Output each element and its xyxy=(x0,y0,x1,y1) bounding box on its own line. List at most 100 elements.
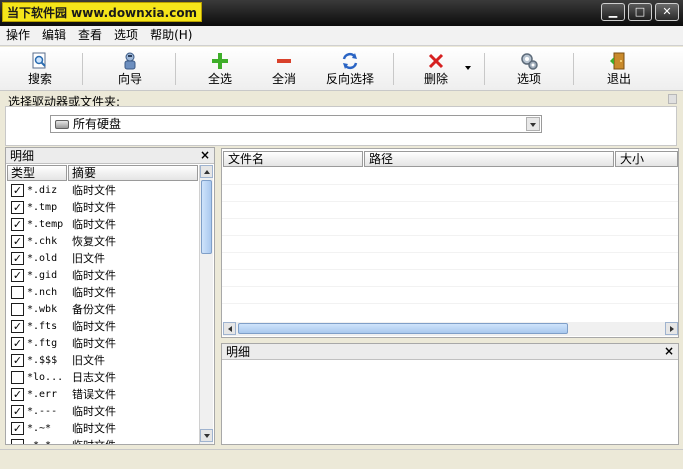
table-row[interactable]: ✓ *.ftg 临时文件 xyxy=(6,335,199,352)
scroll-left-button[interactable] xyxy=(223,322,236,335)
column-type[interactable]: 类型 xyxy=(7,165,67,181)
chevron-down-icon[interactable] xyxy=(526,117,540,131)
table-row[interactable]: ✓ *.old 旧文件 xyxy=(6,250,199,267)
table-row[interactable]: ✓ *.fts 临时文件 xyxy=(6,318,199,335)
row-checkbox[interactable]: ✓ xyxy=(11,218,24,231)
row-checkbox[interactable]: ✓ xyxy=(11,405,24,418)
menu-options[interactable]: 选项 xyxy=(108,26,144,45)
close-icon[interactable]: × xyxy=(664,344,674,359)
menu-help[interactable]: 帮助(H) xyxy=(144,26,198,45)
file-list-body[interactable] xyxy=(222,168,678,318)
scroll-up-button[interactable] xyxy=(200,165,213,178)
toolbar-separator xyxy=(484,53,485,85)
row-checkbox[interactable]: ✓ xyxy=(11,388,24,401)
table-row[interactable]: ✓ *.--- 临时文件 xyxy=(6,403,199,420)
row-checkbox[interactable]: ✓ xyxy=(11,184,24,197)
rules-list: ✓ *.diz 临时文件 ✓ *.tmp 临时文件 ✓ *.temp 临时文件 ✓ *.chk 恢复文… xyxy=(6,182,199,444)
row-checkbox[interactable]: ✓ xyxy=(11,337,24,350)
exit-label: 退出 xyxy=(606,72,631,86)
column-summary[interactable]: 摘要 xyxy=(68,165,198,181)
drive-select[interactable]: 所有硬盘 xyxy=(50,115,542,133)
menu-operate[interactable]: 操作 xyxy=(0,26,36,45)
select-all-button[interactable]: 全选 xyxy=(198,49,242,89)
minimize-button[interactable]: ▁ xyxy=(601,3,625,21)
row-type: *.err xyxy=(27,389,58,400)
delete-x-icon xyxy=(428,53,444,69)
row-checkbox[interactable] xyxy=(11,303,24,316)
scroll-down-button[interactable] xyxy=(200,429,213,442)
column-size[interactable]: 大小 xyxy=(615,151,678,167)
title-bar: 当下软件园 www.downxia.com ▁ □ ✕ xyxy=(0,0,683,26)
scroll-thumb[interactable] xyxy=(238,323,568,334)
row-checkbox[interactable]: ✓ xyxy=(11,201,24,214)
rules-vertical-scrollbar[interactable] xyxy=(199,165,213,444)
wizard-button[interactable]: 向导 xyxy=(108,49,152,89)
row-checkbox[interactable]: ✓ xyxy=(11,422,24,435)
status-bar xyxy=(0,449,683,469)
search-button[interactable]: 搜索 xyxy=(18,49,62,89)
scroll-thumb[interactable] xyxy=(201,180,212,254)
row-checkbox[interactable]: ✓ xyxy=(11,269,24,282)
table-row[interactable]: ~*.* 临时文件 xyxy=(6,437,199,444)
drive-scroll-button[interactable] xyxy=(668,94,677,104)
row-checkbox[interactable]: ✓ xyxy=(11,235,24,248)
table-row[interactable]: ✓ *.~* 临时文件 xyxy=(6,420,199,437)
row-type: *.diz xyxy=(27,185,58,196)
row-checkbox[interactable] xyxy=(11,439,24,444)
row-summary: 错误文件 xyxy=(72,388,116,401)
table-row[interactable]: ✓ *.gid 临时文件 xyxy=(6,267,199,284)
table-row[interactable]: ✓ *.chk 恢复文件 xyxy=(6,233,199,250)
table-row[interactable]: ✓ *.tmp 临时文件 xyxy=(6,199,199,216)
toolbar-separator xyxy=(175,53,176,85)
table-row[interactable]: ✓ *.err 错误文件 xyxy=(6,386,199,403)
options-label: 选项 xyxy=(516,72,541,86)
detail-panel-header: 明细 × xyxy=(222,344,678,360)
table-row[interactable]: ✓ *.diz 临时文件 xyxy=(6,182,199,199)
column-file-name[interactable]: 文件名 xyxy=(223,151,363,167)
menu-view[interactable]: 查看 xyxy=(72,26,108,45)
table-row[interactable]: *lo... 日志文件 xyxy=(6,369,199,386)
plus-icon xyxy=(212,53,228,69)
row-summary: 临时文件 xyxy=(72,422,116,435)
row-checkbox[interactable] xyxy=(11,371,24,384)
row-checkbox[interactable]: ✓ xyxy=(11,354,24,367)
scroll-right-button[interactable] xyxy=(665,322,678,335)
row-type: *.wbk xyxy=(27,304,58,315)
row-type: *.tmp xyxy=(27,202,58,213)
delete-button[interactable]: 删除 xyxy=(414,49,458,89)
file-list-horizontal-scrollbar[interactable] xyxy=(223,322,678,336)
close-button[interactable]: ✕ xyxy=(655,3,679,21)
rules-panel: 明细 × 类型 摘要 ✓ *.diz 临时文件 ✓ *.tmp 临时文件 ✓ *.temp 临时… xyxy=(5,147,215,445)
rules-panel-title: 明细 xyxy=(10,149,35,163)
gear-icon xyxy=(521,53,538,70)
brand-logo: 当下软件园 www.downxia.com xyxy=(2,2,203,22)
table-row[interactable]: ✓ *.temp 临时文件 xyxy=(6,216,199,233)
table-row[interactable]: ✓ *.$$$ 旧文件 xyxy=(6,352,199,369)
wizard-icon xyxy=(124,52,136,70)
row-checkbox[interactable]: ✓ xyxy=(11,320,24,333)
table-row[interactable]: *.nch 临时文件 xyxy=(6,284,199,301)
maximize-button[interactable]: □ xyxy=(628,3,652,21)
exit-button[interactable]: 退出 xyxy=(597,49,641,89)
row-summary: 临时文件 xyxy=(72,286,116,299)
delete-dropdown-arrow[interactable] xyxy=(465,66,471,70)
row-checkbox[interactable] xyxy=(11,286,24,299)
row-type: *.fts xyxy=(27,321,58,332)
row-type: *.--- xyxy=(27,406,58,417)
drive-select-value: 所有硬盘 xyxy=(73,117,122,131)
column-path[interactable]: 路径 xyxy=(364,151,614,167)
options-button[interactable]: 选项 xyxy=(507,49,551,89)
row-summary: 临时文件 xyxy=(72,218,116,231)
menu-edit[interactable]: 编辑 xyxy=(36,26,72,45)
invert-selection-label: 反向选择 xyxy=(325,72,374,86)
deselect-all-button[interactable]: 全消 xyxy=(262,49,306,89)
invert-selection-button[interactable]: 反向选择 xyxy=(320,49,380,89)
row-summary: 旧文件 xyxy=(72,354,105,367)
row-checkbox[interactable]: ✓ xyxy=(11,252,24,265)
toolbar-separator xyxy=(573,53,574,85)
panel-splitter[interactable] xyxy=(216,147,220,445)
select-all-label: 全选 xyxy=(207,72,232,86)
close-icon[interactable]: × xyxy=(200,148,210,163)
table-row[interactable]: *.wbk 备份文件 xyxy=(6,301,199,318)
row-summary: 恢复文件 xyxy=(72,235,116,248)
